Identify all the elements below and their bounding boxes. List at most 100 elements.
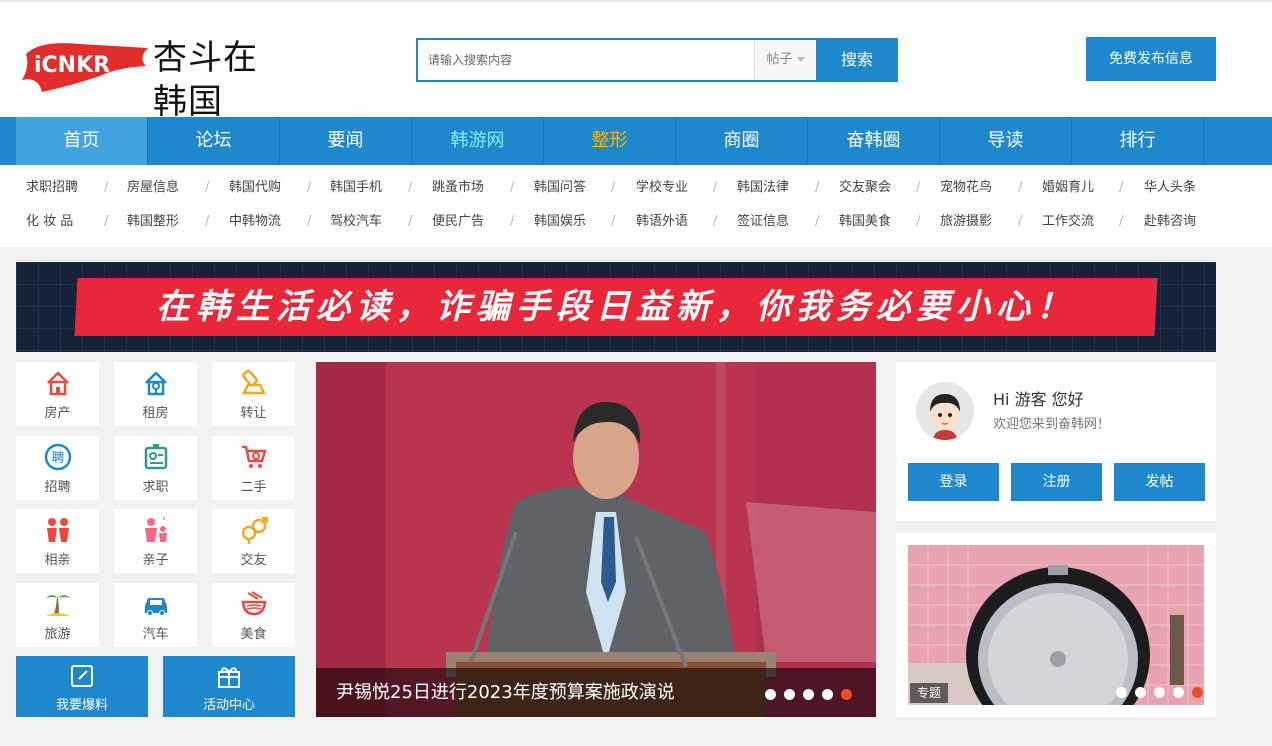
logo-text: 杏斗在韩国 xyxy=(153,38,258,122)
quick-tile-label: 汽车 xyxy=(142,627,169,642)
search-input[interactable] xyxy=(418,40,754,80)
category-link[interactable]: 韩国手机 xyxy=(330,171,382,205)
quick-tile-label: 求职 xyxy=(142,480,169,495)
category-link[interactable]: 华人头条 xyxy=(1144,171,1196,205)
category-link[interactable]: 学校专业 xyxy=(636,171,688,205)
activity-center-label: 活动中心 xyxy=(202,698,255,713)
category-separator: / xyxy=(408,180,413,195)
quick-tile[interactable]: 二手 xyxy=(212,436,295,500)
quick-tile-label: 转让 xyxy=(240,406,267,421)
slider-dot[interactable] xyxy=(765,689,776,700)
nav-item-travel[interactable]: 韩游网 xyxy=(412,117,544,165)
category-link[interactable]: 韩国问答 xyxy=(534,171,586,205)
category-link[interactable]: 韩国娱乐 xyxy=(534,205,586,239)
category-link[interactable]: 旅游摄影 xyxy=(940,205,992,239)
quick-tile-label: 亲子 xyxy=(142,553,169,568)
slider-dot[interactable] xyxy=(803,689,814,700)
category-link[interactable]: 签证信息 xyxy=(737,205,789,239)
category-link[interactable]: 便民广告 xyxy=(432,205,484,239)
category-link[interactable]: 宠物花鸟 xyxy=(940,171,992,205)
new-post-button[interactable]: 发帖 xyxy=(1114,463,1205,501)
category-link[interactable]: 韩语外语 xyxy=(636,205,688,239)
category-link[interactable]: 韩国代购 xyxy=(229,171,281,205)
nav-item-forum[interactable]: 论坛 xyxy=(148,117,280,165)
welcome-text: 欢迎您来到奋韩网！ xyxy=(993,417,1111,432)
category-separator: / xyxy=(104,180,109,195)
category-separator: / xyxy=(307,214,312,229)
category-nav: 求职招聘 / 房屋信息 / 韩国代购 / 韩国手机 / 跳蚤市场 / 韩国问答 / 学校专业 / 韩国法律 /… xyxy=(0,165,1272,247)
quick-tile[interactable]: 聘招聘 xyxy=(16,436,99,500)
category-row-1: 求职招聘 / 房屋信息 / 韩国代购 / 韩国手机 / 跳蚤市场 / 韩国问答 / 学校专业 / 韩国法律 /… xyxy=(0,171,1272,205)
category-link[interactable]: 工作交流 xyxy=(1042,205,1094,239)
quick-tile[interactable]: 汽车 xyxy=(114,583,197,647)
quick-tile-label: 二手 xyxy=(240,480,267,495)
category-separator: / xyxy=(713,214,718,229)
category-link[interactable]: 韩国美食 xyxy=(839,205,891,239)
quick-tile[interactable]: 租房 xyxy=(114,362,197,426)
quick-tile[interactable]: 求职 xyxy=(114,436,197,500)
category-link[interactable]: 化 妆 品 xyxy=(26,205,73,239)
category-separator: / xyxy=(510,214,515,229)
category-link[interactable]: 跳蚤市场 xyxy=(432,171,484,205)
slider-dot[interactable] xyxy=(784,689,795,700)
news-slider[interactable]: 尹锡悦25日进行2023年度预算案施政演说 xyxy=(316,362,876,717)
nav-item-cosmetic[interactable]: 整形 xyxy=(544,117,676,165)
house-icon xyxy=(47,371,69,396)
quick-tile[interactable]: 亲子 xyxy=(114,509,197,573)
nav-item-home[interactable]: 首页 xyxy=(16,117,148,165)
car-icon xyxy=(145,598,167,616)
category-link[interactable]: 中韩物流 xyxy=(229,205,281,239)
id-card-icon xyxy=(144,444,168,470)
category-separator: / xyxy=(611,180,616,195)
category-link[interactable]: 韩国整形 xyxy=(127,205,179,239)
category-link[interactable]: 求职招聘 xyxy=(26,171,78,205)
warning-banner[interactable]: 在韩生活必读，诈骗手段日益新，你我务必要小心！ xyxy=(16,262,1216,352)
slider-dot[interactable] xyxy=(822,689,833,700)
submit-tip-button[interactable]: 我要爆料 xyxy=(16,656,148,717)
category-link[interactable]: 婚姻育儿 xyxy=(1042,171,1094,205)
category-separator: / xyxy=(307,180,312,195)
topic-photo xyxy=(908,545,1204,705)
category-link[interactable]: 房屋信息 xyxy=(127,171,179,205)
quick-tile[interactable]: 美食 xyxy=(212,583,295,647)
slider-dot[interactable] xyxy=(1173,687,1184,698)
quick-tile[interactable]: 房产 xyxy=(16,362,99,426)
site-logo[interactable]: iCNKR 杏斗在韩国 xyxy=(20,36,285,122)
quick-tile[interactable]: 转让 xyxy=(212,362,295,426)
search-button[interactable]: 搜索 xyxy=(816,38,898,82)
guest-avatar-icon xyxy=(916,382,974,440)
slider-dot[interactable] xyxy=(1116,687,1127,698)
search-type-select[interactable]: 帖子 xyxy=(754,40,816,80)
nav-item-ranking[interactable]: 排行 xyxy=(1072,117,1204,165)
topic-slider[interactable]: 专题 xyxy=(908,545,1204,705)
nav-item-guide[interactable]: 导读 xyxy=(940,117,1072,165)
slider-caption[interactable]: 尹锡悦25日进行2023年度预算案施政演说 xyxy=(336,668,675,717)
category-link[interactable]: 韩国法律 xyxy=(737,171,789,205)
login-button[interactable]: 登录 xyxy=(908,463,999,501)
publish-info-button[interactable]: 免费发布信息 xyxy=(1086,37,1216,81)
category-separator: / xyxy=(815,214,820,229)
category-separator: / xyxy=(1119,180,1124,195)
slider-dot[interactable] xyxy=(1154,687,1165,698)
category-link[interactable]: 赴韩咨询 xyxy=(1144,205,1196,239)
quick-tile[interactable]: 相亲 xyxy=(16,509,99,573)
category-row-2: 化 妆 品 / 韩国整形 / 中韩物流 / 驾校汽车 / 便民广告 / 韩国娱乐 / 韩语外语 / 签证信息… xyxy=(0,205,1272,239)
quick-tile[interactable]: 交友 xyxy=(212,509,295,573)
nav-item-news[interactable]: 要闻 xyxy=(280,117,412,165)
nav-item-community[interactable]: 奋韩圈 xyxy=(808,117,940,165)
category-link[interactable]: 交友聚会 xyxy=(839,171,891,205)
category-separator: / xyxy=(916,214,921,229)
submit-tip-label: 我要爆料 xyxy=(55,698,108,713)
category-link[interactable]: 驾校汽车 xyxy=(330,205,382,239)
slider-dot[interactable] xyxy=(1192,687,1203,698)
register-button[interactable]: 注册 xyxy=(1011,463,1102,501)
activity-center-button[interactable]: 活动中心 xyxy=(163,656,295,717)
nav-item-business[interactable]: 商圈 xyxy=(676,117,808,165)
banner-text: 在韩生活必读，诈骗手段日益新，你我务必要小心！ xyxy=(156,287,1076,327)
quick-tile[interactable]: 旅游 xyxy=(16,583,99,647)
slider-dot[interactable] xyxy=(1135,687,1146,698)
slider-dot[interactable] xyxy=(841,689,852,700)
category-separator: / xyxy=(104,214,109,229)
couple-icon xyxy=(47,518,69,542)
quick-tile-label: 交友 xyxy=(240,553,267,568)
